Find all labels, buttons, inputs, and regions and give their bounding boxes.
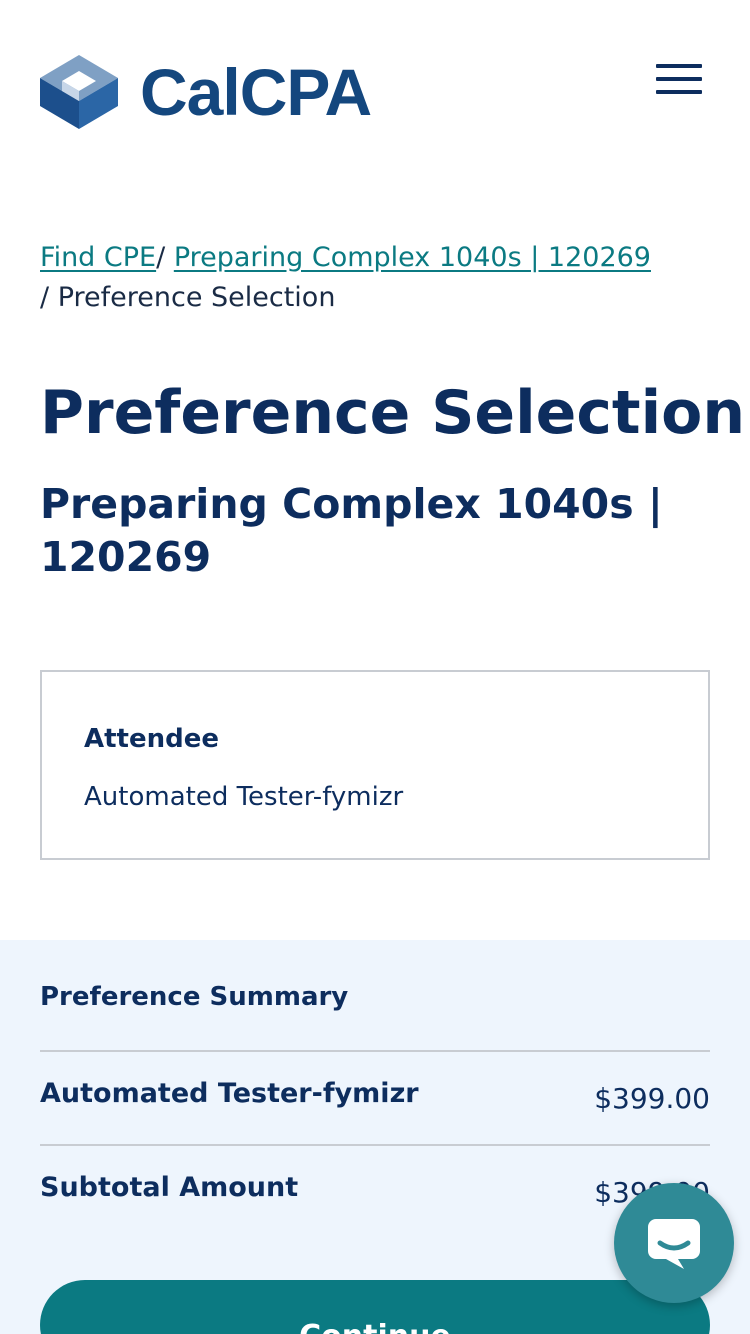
summary-row-value: $399.00 (594, 1082, 710, 1115)
calcpa-cube-logo (40, 55, 118, 129)
breadcrumb-separator: / (156, 242, 166, 273)
chat-bubble-icon (648, 1219, 700, 1269)
continue-button[interactable]: Continue (40, 1280, 710, 1334)
brand-name: CalCPA (140, 55, 372, 129)
divider (40, 1050, 710, 1052)
page-title: Preference Selection (40, 378, 746, 448)
breadcrumb-current: Preference Selection (57, 282, 336, 313)
summary-title: Preference Summary (40, 982, 349, 1012)
calcpa-logo[interactable]: CalCPA (40, 55, 372, 129)
divider (40, 1144, 710, 1146)
breadcrumb-separator: / (40, 282, 50, 313)
chat-button[interactable] (614, 1183, 734, 1303)
menu-bar (656, 90, 702, 94)
hamburger-menu-icon[interactable] (652, 60, 706, 100)
breadcrumb: Find CPE/ Preparing Complex 1040s | 1202… (40, 238, 720, 318)
summary-row-label: Automated Tester-fymizr (40, 1078, 419, 1109)
course-title: Preparing Complex 1040s | 120269 (40, 480, 663, 581)
attendee-card: Attendee Automated Tester-fymizr (40, 670, 710, 860)
breadcrumb-link-find-cpe[interactable]: Find CPE (40, 242, 156, 273)
breadcrumb-link-course[interactable]: Preparing Complex 1040s | 120269 (174, 242, 651, 273)
menu-bar (656, 64, 702, 68)
menu-bar (656, 77, 702, 81)
attendee-label: Attendee (84, 724, 220, 754)
site-header: CalCPA (0, 0, 750, 180)
attendee-name: Automated Tester-fymizr (84, 782, 404, 812)
subtotal-label: Subtotal Amount (40, 1172, 299, 1203)
